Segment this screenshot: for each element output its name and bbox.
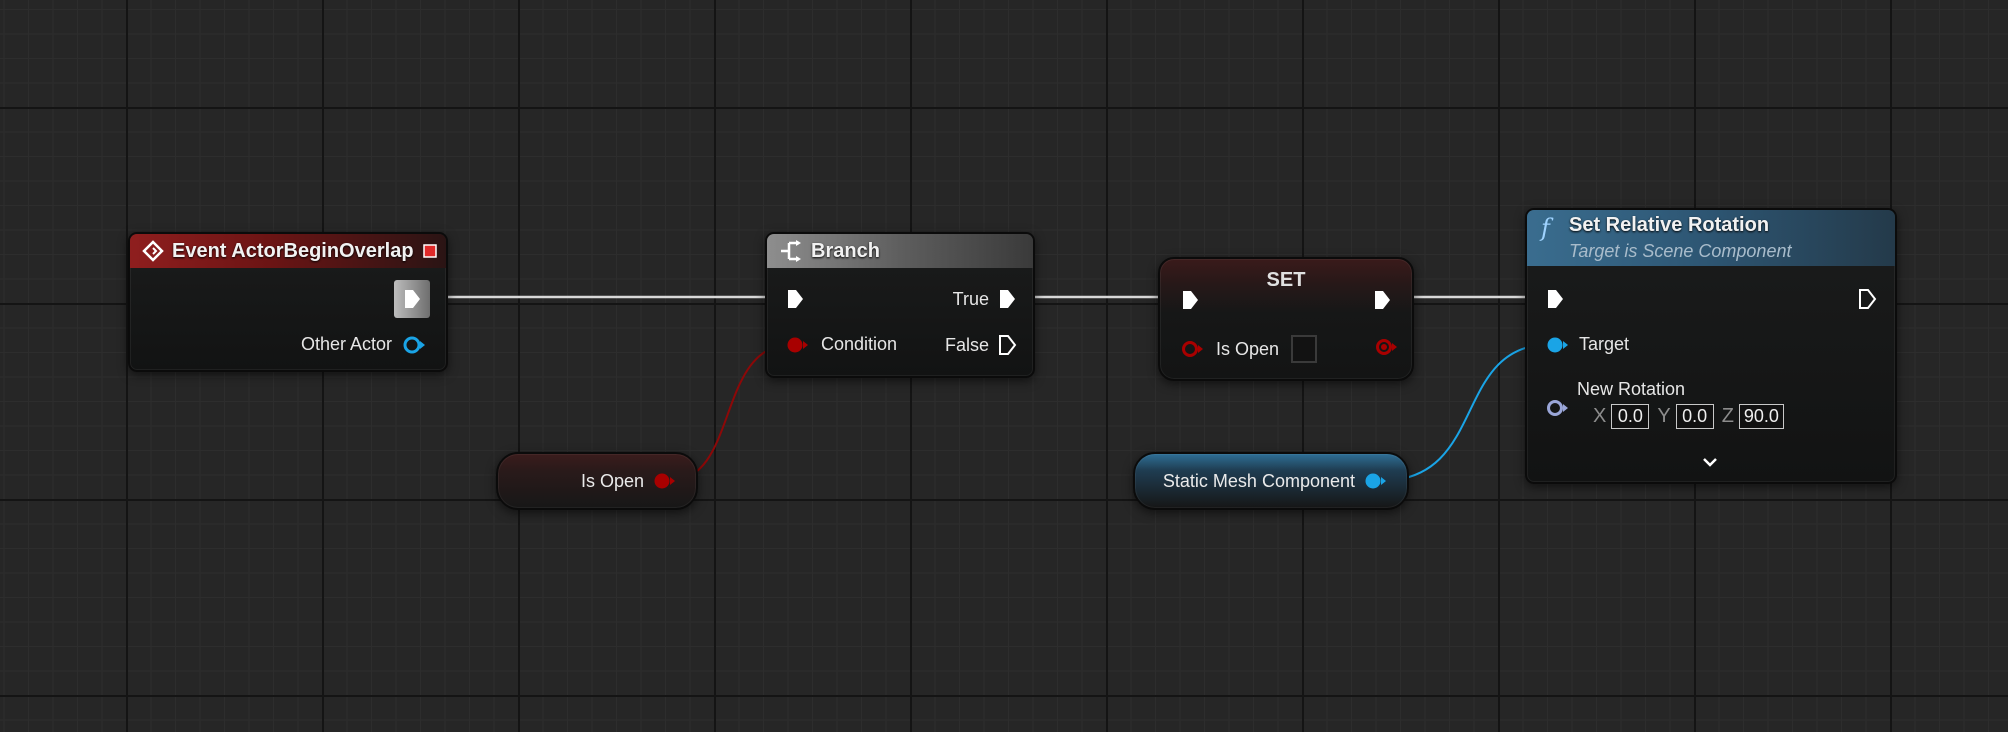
x-axis-label: X xyxy=(1593,405,1607,427)
exec-input-pin-icon[interactable] xyxy=(1180,289,1200,311)
is-open-label: Is Open xyxy=(1216,338,1280,359)
event-actor-begin-overlap-node[interactable]: Event ActorBeginOverlap Other Actor xyxy=(128,232,448,372)
is-open-checkbox[interactable] xyxy=(1291,335,1318,363)
object-pin-icon[interactable] xyxy=(1363,471,1387,491)
branch-node-header[interactable]: Branch xyxy=(767,234,1033,268)
rotation-values: X 0.0 Y 0.0 Z 90.0 xyxy=(1593,404,1792,429)
set-is-open-node[interactable]: SET Is Open xyxy=(1158,257,1414,381)
struct-pin-icon[interactable] xyxy=(1545,398,1569,418)
new-rotation-label: New Rotation xyxy=(1577,379,1686,399)
z-value-field[interactable]: 90.0 xyxy=(1738,404,1784,429)
other-actor-pin[interactable]: Other Actor xyxy=(301,334,426,355)
event-node-header[interactable]: Event ActorBeginOverlap xyxy=(130,234,446,268)
is-open-getter-label: Is Open xyxy=(580,470,644,491)
exec-output-pin-icon[interactable] xyxy=(997,288,1017,310)
exec-output-pin-outline-icon[interactable] xyxy=(1857,288,1877,310)
bool-pin-icon[interactable] xyxy=(785,335,809,355)
false-label: False xyxy=(944,334,989,355)
bool-output-pin-icon[interactable] xyxy=(1374,337,1398,357)
chevron-down-icon[interactable] xyxy=(1701,456,1719,468)
true-label: True xyxy=(952,288,989,309)
branch-node[interactable]: Branch True Condition False xyxy=(765,232,1035,378)
event-diamond-icon xyxy=(142,240,164,262)
bool-pin-icon[interactable] xyxy=(652,471,676,491)
rotation-node-subtitle: Target is Scene Component xyxy=(1569,241,1792,261)
false-exec-pin[interactable]: False xyxy=(945,334,1017,356)
set-relative-rotation-node[interactable]: f Set Relative Rotation Target is Scene … xyxy=(1525,208,1897,484)
target-label: Target xyxy=(1579,334,1630,354)
condition-label: Condition xyxy=(821,334,898,354)
exec-output-pin-icon[interactable] xyxy=(1372,289,1392,311)
bool-pin-outline-icon[interactable] xyxy=(1180,339,1204,359)
y-value-field[interactable]: 0.0 xyxy=(1675,404,1714,429)
exec-input-pin-icon[interactable] xyxy=(785,288,805,310)
rotation-node-header[interactable]: f Set Relative Rotation Target is Scene … xyxy=(1527,210,1895,266)
is-open-getter-node[interactable]: Is Open xyxy=(496,452,698,510)
exec-output-pin-icon[interactable] xyxy=(394,280,430,318)
target-pin[interactable]: Target xyxy=(1545,334,1629,355)
z-axis-label: Z xyxy=(1721,405,1734,427)
rotation-node-title: Set Relative Rotation xyxy=(1569,214,1770,236)
function-icon: f xyxy=(1541,214,1550,242)
condition-pin[interactable]: Condition xyxy=(785,334,897,355)
true-exec-pin[interactable]: True xyxy=(953,288,1017,310)
other-actor-label: Other Actor xyxy=(300,334,392,354)
y-axis-label: Y xyxy=(1657,405,1671,427)
delegate-pin-icon[interactable] xyxy=(422,243,438,259)
static-mesh-getter-label: Static Mesh Component xyxy=(1162,470,1355,491)
static-mesh-getter-node[interactable]: Static Mesh Component xyxy=(1133,452,1409,510)
branch-node-title: Branch xyxy=(811,239,880,262)
x-value-field[interactable]: 0.0 xyxy=(1611,404,1650,429)
object-pin-icon[interactable] xyxy=(1545,335,1569,355)
branch-icon xyxy=(779,240,803,262)
is-open-input-pin[interactable]: Is Open xyxy=(1180,335,1318,363)
exec-input-pin-icon[interactable] xyxy=(1545,288,1565,310)
exec-output-pin-outline-icon[interactable] xyxy=(997,334,1017,356)
object-pin-icon[interactable] xyxy=(402,335,426,355)
event-node-title: Event ActorBeginOverlap xyxy=(172,239,414,262)
